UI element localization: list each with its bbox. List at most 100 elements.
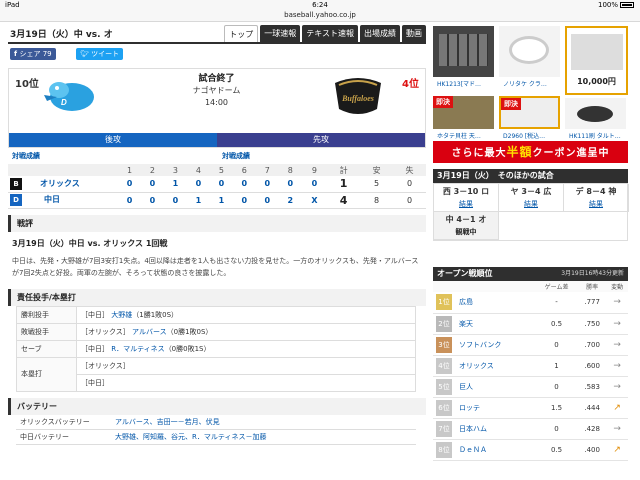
battery-team-label: 中日バッテリー bbox=[16, 429, 111, 445]
trend-arrow-icon: → bbox=[606, 355, 628, 377]
standings-team-link[interactable]: 巨人 bbox=[455, 376, 535, 398]
standings-col-gb: ゲーム差 bbox=[535, 281, 579, 292]
address-bar[interactable]: baseball.yahoo.co.jp bbox=[0, 10, 640, 22]
standings-title: オープン戦順位 bbox=[437, 269, 493, 278]
tab-text-updates[interactable]: テキスト速報 bbox=[302, 25, 358, 42]
homerun-row: ［中日］ bbox=[17, 373, 416, 392]
other-game[interactable]: ヤ 3－4 広結果 bbox=[499, 184, 564, 212]
sidebar: HK1213[マド… ノリタケ クラ… 10,000円 即決 ホタテ貝柱 天… … bbox=[433, 22, 629, 461]
other-game-result-link[interactable]: 結果 bbox=[434, 199, 498, 209]
battery-row: 中日バッテリー 大野雄、阿知羅、谷元、R．マルティネス－加藤 bbox=[16, 429, 416, 445]
standings-rank: 5位 bbox=[433, 376, 455, 398]
homerun-team: ［中日］ bbox=[76, 373, 416, 392]
away-team-rank: 4位 bbox=[402, 79, 419, 90]
clock: 6:24 bbox=[312, 1, 328, 9]
game-status-label: 試合終了 bbox=[198, 74, 235, 84]
standings-pct: .444 bbox=[578, 397, 607, 419]
standings-team-link[interactable]: ソフトバンク bbox=[455, 334, 535, 356]
inning-score: 0 bbox=[301, 176, 328, 193]
pitcher-name-link[interactable]: R．マルティネス bbox=[111, 345, 164, 353]
battery-players[interactable]: 大野雄、阿知羅、谷元、R．マルティネス－加藤 bbox=[111, 429, 416, 445]
homerun-row: 本塁打 ［オリックス］ bbox=[16, 356, 416, 392]
tab-pitch-by-pitch[interactable]: 一球速報 bbox=[260, 25, 301, 42]
ad-grid: HK1213[マド… ノリタケ クラ… 10,000円 即決 ホタテ貝柱 天… … bbox=[433, 22, 628, 140]
facebook-share-label: シェア 79 bbox=[19, 50, 52, 58]
standings-team-link[interactable]: 楽天 bbox=[455, 313, 535, 335]
rank-badge: 7位 bbox=[436, 420, 452, 437]
standings-row: 6位 ロッテ 1.5.444 ↗ bbox=[433, 397, 628, 419]
home-bar: 後攻 bbox=[9, 133, 217, 147]
screen: iPad 6:24 100% baseball.yahoo.co.jp 3月19… bbox=[0, 0, 640, 480]
standings-team-link[interactable]: ロッテ bbox=[455, 397, 535, 419]
ad-caption[interactable]: HK111刷 タルト… bbox=[569, 131, 621, 140]
other-game[interactable]: 西 3－10 ロ結果 bbox=[434, 184, 499, 212]
away-head-to-head-link[interactable]: 対戦成績 bbox=[222, 151, 250, 161]
tab-stats[interactable]: 出場成績 bbox=[360, 25, 400, 42]
standings-team-link[interactable]: オリックス bbox=[455, 355, 535, 377]
home-head-to-head-link[interactable]: 対戦成績 bbox=[12, 151, 40, 161]
other-games-title: 3月19日（火） そのほかの試合 bbox=[433, 169, 628, 183]
standings-row: 1位 広島 - .777 → bbox=[433, 292, 628, 314]
tweet-button[interactable]: 🐦︎ ツイート bbox=[76, 48, 124, 60]
ad-item[interactable] bbox=[565, 98, 626, 129]
ad-caption[interactable]: HK1213[マド… bbox=[437, 79, 481, 88]
inning-score: 0 bbox=[255, 176, 279, 193]
pitcher-name-link[interactable]: アルバース bbox=[132, 328, 167, 336]
standings-gb: 0 bbox=[535, 334, 579, 356]
instant-buy-badge: 即決 bbox=[433, 96, 453, 108]
other-game-score: デ 8－4 神 bbox=[575, 187, 617, 196]
line-score-team[interactable]: B オリックス bbox=[8, 176, 118, 193]
battery-table: オリックスバッテリー アルバース、吉田一－若月、伏見 中日バッテリー 大野雄、阿知羅… bbox=[16, 414, 416, 445]
pitcher-record: （1勝1敗0S） bbox=[132, 310, 179, 319]
battery-percent: 100% bbox=[597, 1, 618, 9]
featured-ad[interactable]: 10,000円 bbox=[565, 26, 628, 95]
coupon-banner[interactable]: さらに最大半額クーポン進呈中 bbox=[433, 141, 628, 163]
facebook-share-button[interactable]: f シェア 79 bbox=[10, 48, 56, 60]
line-score-header-cell: 8 bbox=[278, 164, 302, 176]
standings-rank: 2位 bbox=[433, 313, 455, 335]
standings-pct: .750 bbox=[578, 313, 607, 335]
line-score-header-cell: 4 bbox=[186, 164, 210, 176]
ad-item[interactable] bbox=[433, 26, 494, 77]
standings-pct: .600 bbox=[578, 355, 607, 377]
other-game[interactable]: デ 8－4 神結果 bbox=[564, 184, 629, 212]
standings-row: 8位 ＤｅＮＡ 0.5.400 ↗ bbox=[433, 439, 628, 461]
hits: 5 bbox=[360, 176, 394, 193]
home-team-rank: 10位 bbox=[15, 79, 39, 90]
inning-score: 0 bbox=[118, 192, 141, 209]
ad-item[interactable] bbox=[499, 26, 560, 77]
other-game-result-link[interactable]: 結果 bbox=[564, 199, 628, 209]
inning-score: 1 bbox=[186, 192, 210, 209]
pitcher-name-link[interactable]: 大野雄 bbox=[111, 311, 132, 319]
battery-team-label: オリックスバッテリー bbox=[16, 414, 111, 430]
standings-team-link[interactable]: 広島 bbox=[455, 292, 535, 314]
other-game-result-link[interactable]: 結果 bbox=[499, 199, 563, 209]
standings-header-row: ゲーム差 勝率 変動 bbox=[433, 281, 628, 292]
line-score-header-cell: 1 bbox=[118, 164, 141, 176]
standings-team-link[interactable]: ＤｅＮＡ bbox=[455, 439, 535, 461]
dragons-mini-icon: D bbox=[10, 194, 22, 206]
line-score-header-cell: 6 bbox=[232, 164, 256, 176]
inning-score: 0 bbox=[209, 176, 233, 193]
tab-video[interactable]: 動画 bbox=[402, 25, 426, 42]
pitcher-info: ［中日］ R．マルティネス（0勝0敗1S） bbox=[76, 339, 416, 358]
pitcher-info: ［中日］ 大野雄（1勝1敗0S） bbox=[76, 305, 416, 324]
ad-caption[interactable]: ホタテ貝柱 天… bbox=[437, 131, 481, 140]
ad-item[interactable]: 即決 bbox=[433, 96, 494, 129]
matchup-links: 対戦成績 対戦成績 bbox=[8, 148, 426, 162]
ad-caption[interactable]: D2960 [税込… bbox=[503, 131, 545, 140]
tab-top[interactable]: トップ bbox=[224, 25, 259, 42]
ad-item[interactable]: 即決 bbox=[499, 96, 560, 129]
banner-highlight: 半額 bbox=[506, 145, 533, 159]
trend-arrow-icon: ↗ bbox=[606, 397, 628, 419]
recap-text: 中日は、先発・大野雄が7回3安打1失点。4回以降は走者を1人も出さない力投を見せ… bbox=[12, 256, 419, 277]
ad-caption[interactable]: ノリタケ クラ… bbox=[503, 79, 547, 88]
line-score-header-cell: 7 bbox=[255, 164, 279, 176]
standings-rank: 1位 bbox=[433, 292, 455, 314]
line-score-team[interactable]: D 中日 bbox=[8, 192, 118, 209]
current-game[interactable]: 中 4－1 オ観戦中 bbox=[434, 212, 499, 240]
battery-players[interactable]: アルバース、吉田一－若月、伏見 bbox=[111, 414, 416, 430]
inning-score: 0 bbox=[163, 192, 187, 209]
standings-team-link[interactable]: 日本ハム bbox=[455, 418, 535, 440]
standings-gb: 1.5 bbox=[535, 397, 579, 419]
